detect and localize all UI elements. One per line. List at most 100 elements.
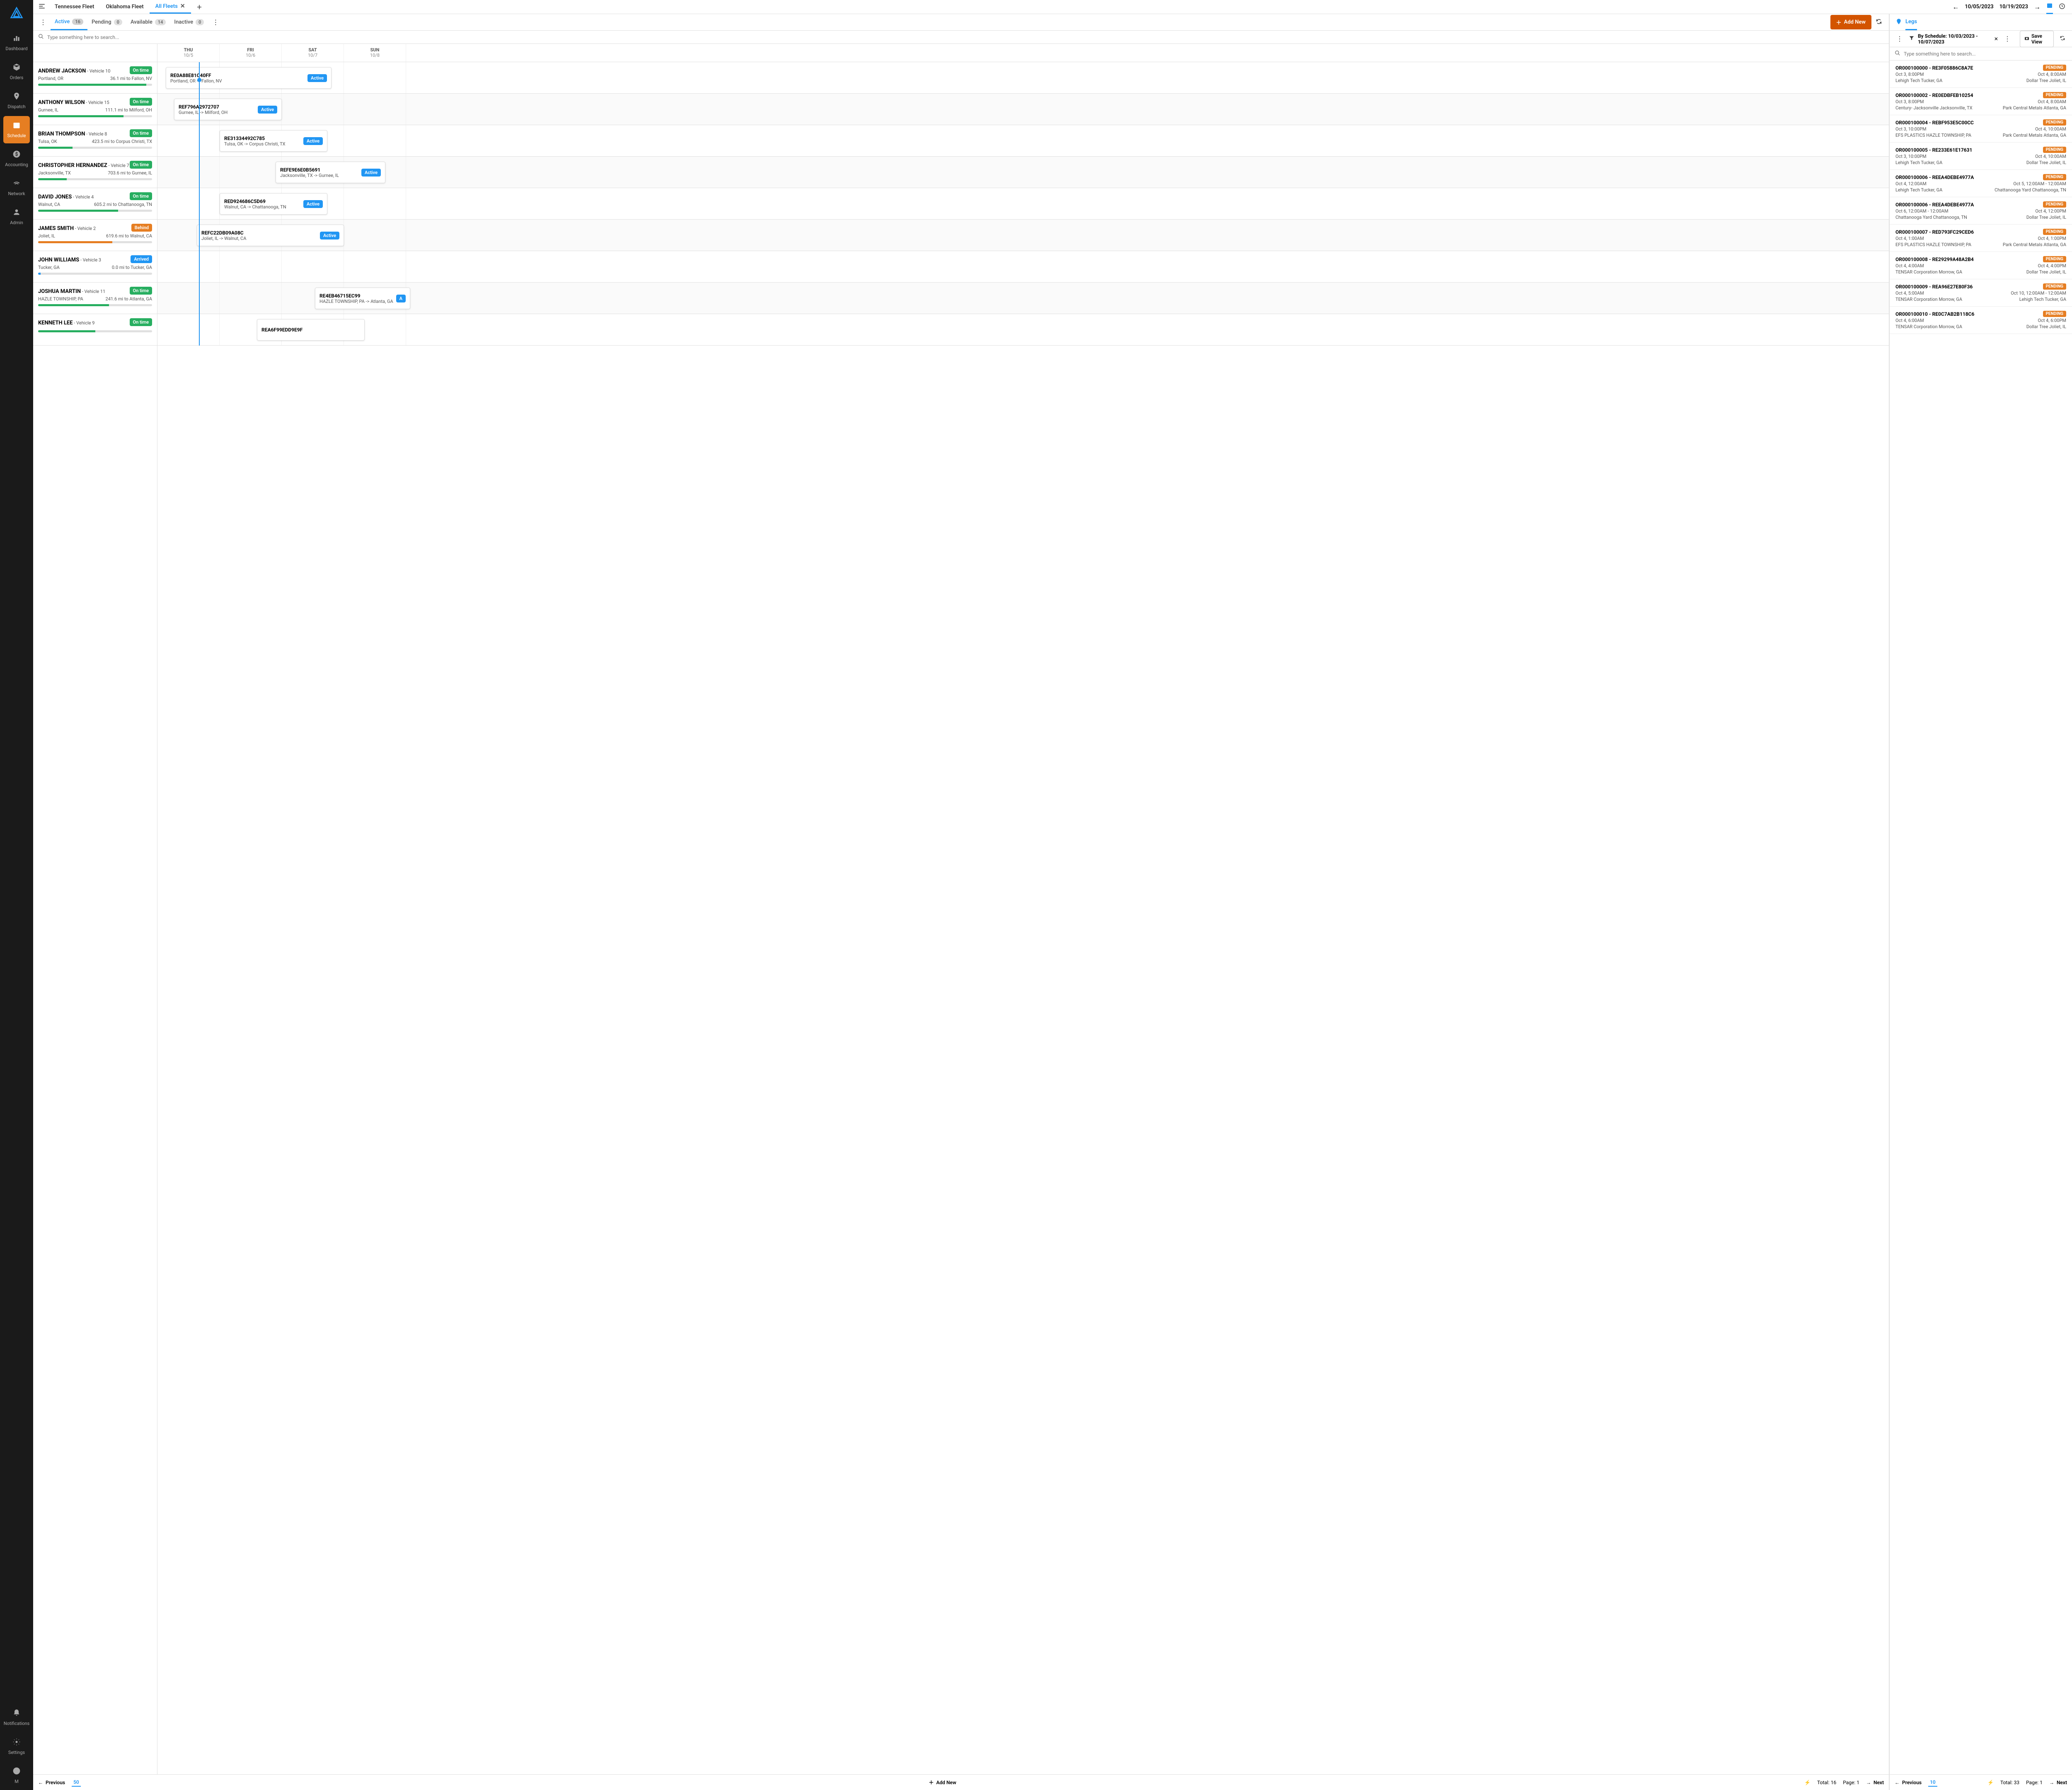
filter-tab-active[interactable]: Active16	[51, 14, 87, 30]
calendar-view-icon[interactable]	[2046, 0, 2053, 14]
page-size[interactable]: 10	[1928, 1778, 1937, 1787]
main: Tennessee Fleet Oklahoma Fleet All Fleet…	[33, 0, 2072, 1790]
leg-loc-from: EFS PLASTICS HAZLE TOWNSHIP, PA	[1895, 133, 1971, 138]
add-tab-button[interactable]: ＋	[191, 0, 208, 14]
kebab-icon[interactable]: ⋮	[37, 16, 49, 29]
driver-row[interactable]: BRIAN THOMPSON - Vehicle 8 On time Tulsa…	[33, 125, 157, 157]
leg-item[interactable]: OR000100010 - RE0C7AB2B118C6PENDING Oct …	[1890, 307, 2072, 334]
leg-item[interactable]: OR000100002 - RE0EDBFEB10254PENDING Oct …	[1890, 88, 2072, 115]
trip-status-badge: Active	[320, 232, 339, 239]
leg-loc-from: TENSAR Corporation Morrow, GA	[1895, 324, 1962, 329]
date-to[interactable]: 10/19/2023	[1999, 4, 2028, 10]
leg-item[interactable]: OR000100008 - RE29299A48A2B4PENDING Oct …	[1890, 252, 2072, 279]
sidebar-item-orders[interactable]: Orders	[3, 58, 30, 85]
trip-card[interactable]: REA6F99EDD9E9F	[257, 319, 365, 341]
sidebar-item-schedule[interactable]: Schedule	[3, 116, 30, 143]
search-input[interactable]	[47, 34, 1884, 40]
driver-row[interactable]: JOSHUA MARTIN - Vehicle 11 On time HAZLE…	[33, 283, 157, 314]
filter-icon[interactable]	[1909, 35, 1915, 42]
timeline-row: RE0A88E81C40FF Portland, OR -> Fallon, N…	[157, 62, 1889, 94]
search-icon	[1895, 50, 1900, 57]
driver-row[interactable]: JAMES SMITH - Vehicle 2 Behind Joliet, I…	[33, 220, 157, 251]
close-filter-icon[interactable]: ✕	[1994, 36, 1998, 42]
add-new-footer-button[interactable]: ＋ Add New	[929, 1779, 956, 1786]
menu-icon[interactable]	[36, 0, 48, 14]
sidebar-item-accounting[interactable]: $ Accounting	[3, 145, 30, 172]
trip-status-badge: Active	[307, 74, 327, 82]
leg-time-from: Oct 3, 10:00PM	[1895, 126, 1927, 132]
driver-row[interactable]: DAVID JONES - Vehicle 4 On time Walnut, …	[33, 188, 157, 220]
driver-row[interactable]: ANTHONY WILSON - Vehicle 15 On time Gurn…	[33, 94, 157, 125]
filter-tab-inactive[interactable]: Inactive0	[170, 14, 208, 30]
trip-card[interactable]: RED924686C5D69 Walnut, CA -> Chattanooga…	[220, 193, 327, 215]
sidebar-item-dashboard[interactable]: Dashboard	[3, 29, 30, 56]
topbar: Tennessee Fleet Oklahoma Fleet All Fleet…	[33, 0, 2072, 14]
leg-item[interactable]: OR000100009 - REA96E27E80F36PENDING Oct …	[1890, 279, 2072, 307]
gear-icon	[12, 1738, 21, 1748]
tab-oklahoma-fleet[interactable]: Oklahoma Fleet	[100, 0, 149, 14]
sidebar-item-user[interactable]: M	[3, 1762, 30, 1789]
leg-status-badge: PENDING	[2043, 119, 2066, 126]
next-date-icon[interactable]: →	[2034, 3, 2041, 11]
driver-location: Jacksonville, TX	[38, 170, 71, 176]
leg-item[interactable]: OR000100006 - REEA4DEBE4977APENDING Oct …	[1890, 170, 2072, 197]
sidebar-item-admin[interactable]: Admin	[3, 203, 30, 230]
filter-chip[interactable]: By Schedule: 10/03/2023 - 10/07/2023	[1918, 33, 1991, 45]
trip-route: Tulsa, OK -> Corpus Christi, TX	[224, 141, 286, 147]
trip-card[interactable]: RE4EB46715EC99 HAZLE TOWNSHIP, PA -> Atl…	[315, 288, 410, 309]
prev-date-icon[interactable]: ←	[1952, 3, 1959, 11]
trip-card[interactable]: REFC22DB09A08C Joliet, IL -> Walnut, CA …	[197, 225, 344, 246]
driver-row[interactable]: CHRISTOPHER HERNANDEZ - Vehicle 7 On tim…	[33, 157, 157, 188]
page-size[interactable]: 50	[72, 1778, 81, 1787]
driver-row[interactable]: JOHN WILLIAMS - Vehicle 3 Arrived Tucker…	[33, 251, 157, 283]
leg-item[interactable]: OR000100004 - REBF953E5C00CCPENDING Oct …	[1890, 115, 2072, 143]
progress-bar	[38, 178, 152, 180]
trip-card[interactable]: REF796A2972707 Gurnee, IL -> Milford, OH…	[174, 99, 282, 120]
legs-search-input[interactable]	[1904, 51, 2067, 57]
trip-status-badge: Active	[303, 137, 323, 145]
timeline[interactable]: THU10/5FRI10/6SAT10/7SUN10/8 RE0A88E81C4…	[157, 44, 1889, 1774]
leg-status-badge: PENDING	[2043, 174, 2066, 180]
trip-card[interactable]: RE31334492C785 Tulsa, OK -> Corpus Chris…	[220, 130, 327, 152]
close-tab-icon[interactable]: ✕	[180, 3, 185, 10]
tab-tennessee-fleet[interactable]: Tennessee Fleet	[49, 0, 100, 14]
add-new-button[interactable]: ＋ Add New	[1830, 15, 1871, 29]
driver-distance: 111.1 mi to Milford, OH	[105, 107, 152, 113]
total-count: Total: 16	[1817, 1780, 1836, 1785]
refresh-icon[interactable]	[1873, 16, 1885, 29]
leg-loc-to: Chattanooga Yard Chattanooga, TN	[1995, 187, 2066, 193]
leg-id: OR000100009 - REA96E27E80F36	[1895, 284, 1973, 290]
sidebar-item-dispatch[interactable]: Dispatch	[3, 87, 30, 114]
driver-row[interactable]: KENNETH LEE - Vehicle 9 On time	[33, 314, 157, 346]
bolt-icon[interactable]: ⚡	[1987, 1780, 1994, 1785]
leg-item[interactable]: OR000100005 - RE233E61E17631PENDING Oct …	[1890, 143, 2072, 170]
filter-tab-pending[interactable]: Pending0	[87, 14, 126, 30]
kebab-icon[interactable]: ⋮	[2002, 32, 2013, 45]
next-page-button[interactable]: → Next	[2049, 1780, 2067, 1785]
driver-row[interactable]: ANDREW JACKSON - Vehicle 10 On time Port…	[33, 62, 157, 94]
sidebar-item-notifications[interactable]: Notifications	[3, 1704, 30, 1731]
prev-page-button[interactable]: ← Previous	[38, 1780, 65, 1785]
kebab-icon[interactable]: ⋮	[1894, 32, 1905, 45]
sidebar-item-settings[interactable]: Settings	[3, 1733, 30, 1760]
leg-item[interactable]: OR000100007 - RED793FC29CED6PENDING Oct …	[1890, 225, 2072, 252]
bolt-icon[interactable]: ⚡	[1804, 1780, 1811, 1785]
clock-view-icon[interactable]	[2059, 3, 2065, 11]
refresh-icon[interactable]	[2057, 32, 2068, 45]
next-page-button[interactable]: → Next	[1866, 1780, 1884, 1785]
driver-location: HAZLE TOWNSHIP, PA	[38, 296, 83, 302]
prev-page-button[interactable]: ← Previous	[1895, 1780, 1922, 1785]
date-from[interactable]: 10/05/2023	[1965, 4, 1993, 10]
kebab-icon[interactable]: ⋮	[210, 16, 221, 29]
tab-all-fleets[interactable]: All Fleets ✕	[150, 0, 191, 14]
leg-time-to: Oct 4, 10:00AM	[2035, 126, 2066, 132]
trip-card[interactable]: REFE9E6E0B5691 Jacksonville, TX -> Gurne…	[276, 162, 385, 183]
leg-item[interactable]: OR000100000 - RE3F05886C8A7EPENDING Oct …	[1890, 60, 2072, 88]
save-view-button[interactable]: Save View	[2020, 31, 2054, 47]
leg-item[interactable]: OR000100006 - REEA4DEBE4977APENDING Oct …	[1890, 197, 2072, 225]
sidebar-item-network[interactable]: Network	[3, 174, 30, 201]
pin-icon	[1895, 18, 1902, 27]
legs-title[interactable]: Legs	[1905, 14, 1917, 30]
filter-tab-available[interactable]: Available14	[126, 14, 170, 30]
trip-card[interactable]: RE0A88E81C40FF Portland, OR -> Fallon, N…	[166, 67, 332, 89]
